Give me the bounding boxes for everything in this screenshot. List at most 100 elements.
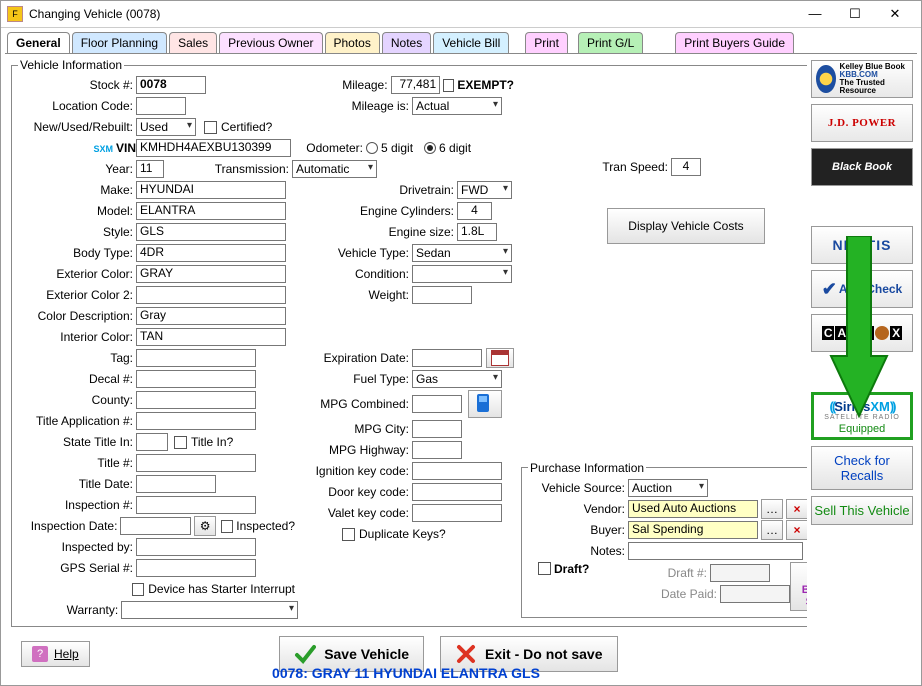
- tab-print-gl[interactable]: Print G/L: [578, 32, 643, 53]
- titlebar: F Changing Vehicle (0078) — ☐ ✕: [1, 1, 921, 28]
- mpg-lookup-button[interactable]: [468, 390, 502, 418]
- colordesc-input[interactable]: Gray: [136, 307, 286, 325]
- tab-vehicle-bill[interactable]: Vehicle Bill: [433, 32, 509, 53]
- extcolor2-input[interactable]: [136, 286, 286, 304]
- odometer-5digit-radio[interactable]: [366, 142, 378, 154]
- gps-input[interactable]: [136, 559, 256, 577]
- tag-input[interactable]: [136, 349, 256, 367]
- kbb-button[interactable]: Kelley Blue BookKBB.COMThe Trusted Resou…: [811, 60, 913, 98]
- inspby-input[interactable]: [136, 538, 256, 556]
- intcolor-input[interactable]: TAN: [136, 328, 286, 346]
- weight-input[interactable]: [412, 286, 472, 304]
- expdate-input[interactable]: [412, 349, 482, 367]
- mileage-input[interactable]: 77,481: [391, 76, 441, 94]
- titlein-checkbox[interactable]: [174, 436, 187, 449]
- tab-previous-owner[interactable]: Previous Owner: [219, 32, 322, 53]
- gear-icon: ⚙: [200, 520, 211, 532]
- cond-label: Condition:: [302, 267, 412, 281]
- buyer-lookup-button[interactable]: …: [761, 520, 783, 540]
- buyer-input[interactable]: Sal Spending: [628, 521, 758, 539]
- year-input[interactable]: 11: [136, 160, 164, 178]
- tab-photos[interactable]: Photos: [325, 32, 380, 53]
- maximize-button[interactable]: ☐: [835, 1, 875, 27]
- jdpower-button[interactable]: J.D. POWER: [811, 104, 913, 142]
- exempt-checkbox[interactable]: [443, 79, 454, 92]
- county-input[interactable]: [136, 391, 256, 409]
- footer-summary: 0078: GRAY 11 HYUNDAI ELANTRA GLS: [5, 665, 807, 681]
- drivetrain-select[interactable]: FWD: [457, 181, 512, 199]
- stock-input[interactable]: 0078: [136, 76, 206, 94]
- decal-input[interactable]: [136, 370, 256, 388]
- buyer-clear-button[interactable]: ×: [786, 520, 807, 540]
- vendor-input[interactable]: Used Auto Auctions: [628, 500, 758, 518]
- transpeed-input[interactable]: 4: [671, 158, 701, 176]
- engsize-input[interactable]: 1.8L: [457, 223, 497, 241]
- inspected-checkbox[interactable]: [221, 520, 233, 533]
- carfax-button[interactable]: CARFX: [811, 314, 913, 352]
- statetitle-input[interactable]: [136, 433, 168, 451]
- ignkey-input[interactable]: [412, 462, 502, 480]
- tab-general[interactable]: General: [7, 32, 70, 53]
- tab-sales[interactable]: Sales: [169, 32, 217, 53]
- style-input[interactable]: GLS: [136, 223, 286, 241]
- make-input[interactable]: HYUNDAI: [136, 181, 286, 199]
- check-icon: ✔: [822, 279, 837, 300]
- make-label: Make:: [18, 183, 136, 197]
- location-code-input[interactable]: [136, 97, 186, 115]
- expdate-picker-button[interactable]: [486, 348, 514, 368]
- help-button[interactable]: ?Help: [21, 641, 90, 667]
- insp-input[interactable]: [136, 496, 256, 514]
- draftn-input[interactable]: [710, 564, 770, 582]
- valet-input[interactable]: [412, 504, 502, 522]
- fueltype-select[interactable]: Gas: [412, 370, 502, 388]
- siriusxm-badge[interactable]: ((SiriusXM)) SATELLITE RADIO Equipped: [811, 392, 913, 440]
- mpgcity-input[interactable]: [412, 420, 462, 438]
- titleapp-input[interactable]: [136, 412, 256, 430]
- titlenum-input[interactable]: [136, 454, 256, 472]
- vendor-lookup-button[interactable]: …: [761, 499, 783, 519]
- warranty-select[interactable]: [121, 601, 298, 619]
- sell-vehicle-button[interactable]: Sell This Vehicle: [811, 496, 913, 525]
- vin-input[interactable]: KMHDH4AEXBU130399: [136, 139, 291, 157]
- autocheck-button[interactable]: ✔AutoCheck: [811, 270, 913, 308]
- doorkey-input[interactable]: [412, 483, 502, 501]
- blackbook-button[interactable]: Black Book: [811, 148, 913, 186]
- bill-of-sale-button[interactable]: Bill of Sale: [790, 562, 807, 611]
- starter-checkbox[interactable]: [132, 583, 145, 596]
- mpgc-input[interactable]: [412, 395, 462, 413]
- mpghwy-input[interactable]: [412, 441, 462, 459]
- dupkeys-checkbox[interactable]: [342, 528, 355, 541]
- notesp-input[interactable]: [628, 542, 803, 560]
- bodytype-input[interactable]: 4DR: [136, 244, 286, 262]
- odometer-6digit-radio[interactable]: [424, 142, 436, 154]
- vendor-clear-button[interactable]: ×: [786, 499, 807, 519]
- tab-floor-planning[interactable]: Floor Planning: [72, 32, 167, 53]
- inspdate-input[interactable]: [120, 517, 190, 535]
- tab-print[interactable]: Print: [525, 32, 568, 53]
- vtype-select[interactable]: Sedan: [412, 244, 512, 262]
- display-vehicle-costs-button[interactable]: Display Vehicle Costs: [607, 208, 764, 244]
- titledate-input[interactable]: [136, 475, 216, 493]
- draft-label: Draft?: [554, 562, 654, 576]
- model-input[interactable]: ELANTRA: [136, 202, 286, 220]
- extcolor-input[interactable]: GRAY: [136, 265, 286, 283]
- trans-select[interactable]: Automatic: [292, 160, 377, 178]
- certified-checkbox[interactable]: [204, 121, 217, 134]
- close-button[interactable]: ✕: [875, 1, 915, 27]
- datepaid-input[interactable]: [720, 585, 790, 603]
- draft-checkbox[interactable]: [538, 562, 551, 575]
- body: Vehicle Information Stock #:0078 Locatio…: [5, 53, 917, 685]
- cyl-input[interactable]: 4: [457, 202, 492, 220]
- tab-print-buyers-guide[interactable]: Print Buyers Guide: [675, 32, 794, 53]
- nur-select[interactable]: Used: [136, 118, 196, 136]
- draftn-label: Draft #:: [660, 566, 710, 580]
- check-recalls-button[interactable]: Check for Recalls: [811, 446, 913, 490]
- vsrc-select[interactable]: Auction: [628, 479, 708, 497]
- inspdate-picker-button[interactable]: ⚙: [194, 516, 216, 536]
- cond-select[interactable]: [412, 265, 512, 283]
- mileageis-select[interactable]: Actual: [412, 97, 502, 115]
- nmvtis-button[interactable]: NMVTIS: [811, 226, 913, 264]
- minimize-button[interactable]: —: [795, 1, 835, 27]
- calendar-icon: [491, 350, 509, 366]
- tab-notes[interactable]: Notes: [382, 32, 431, 53]
